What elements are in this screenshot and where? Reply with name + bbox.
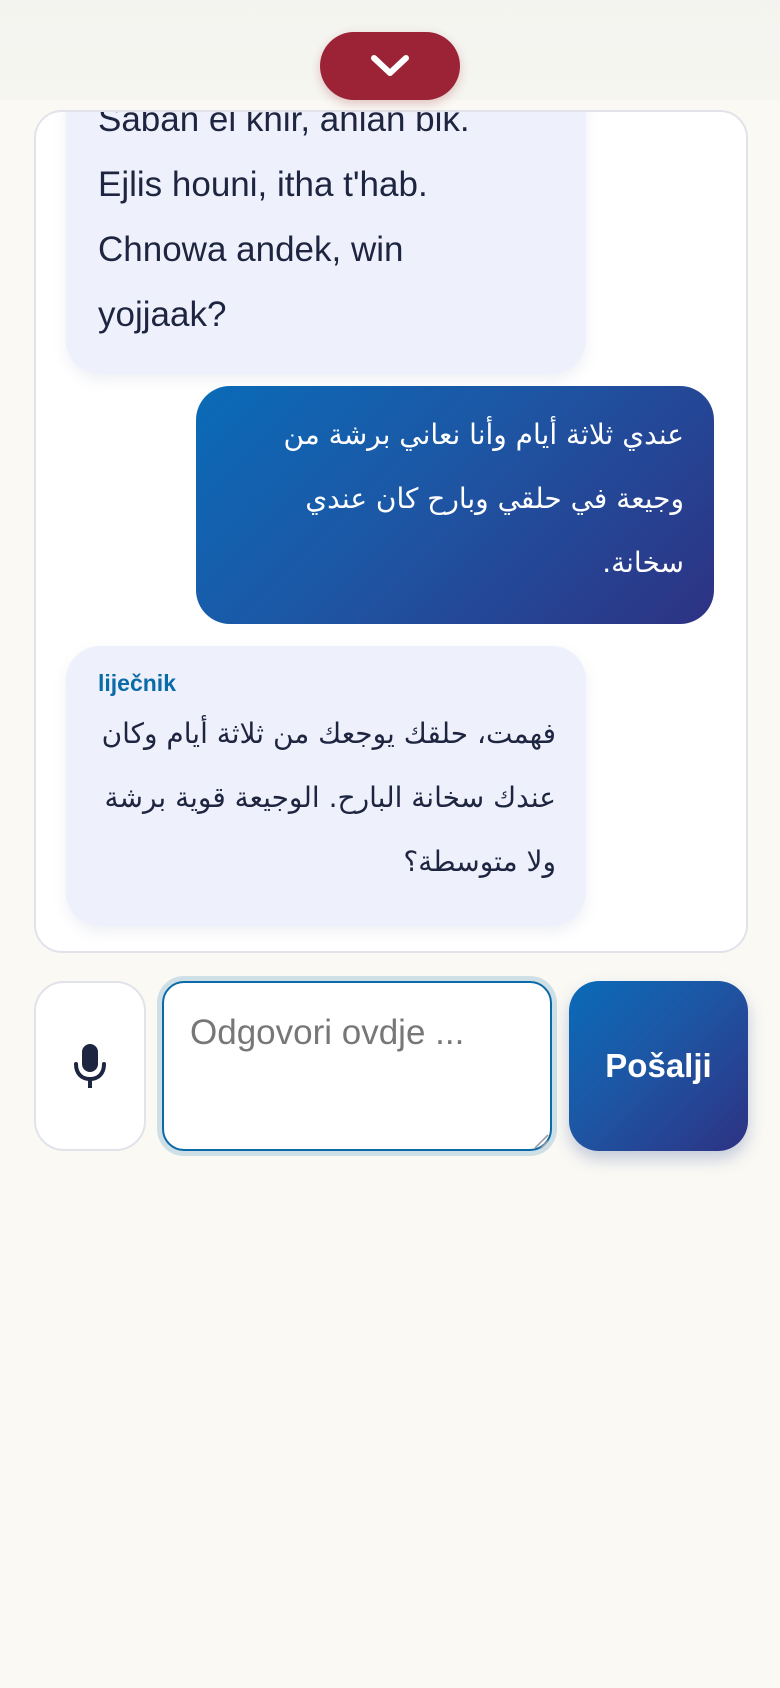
- message-line: Ejlis houni, itha t'hab.: [98, 165, 428, 204]
- collapse-button[interactable]: [320, 32, 460, 100]
- send-button[interactable]: Pošalji: [569, 981, 748, 1151]
- message-doctor: Saban el khir, ahlan bik. Ejlis houni, i…: [66, 110, 586, 374]
- microphone-button[interactable]: [34, 981, 146, 1151]
- chat-panel[interactable]: Saban el khir, ahlan bik. Ejlis houni, i…: [34, 110, 748, 953]
- resize-handle-icon[interactable]: [533, 1133, 549, 1149]
- message-line: ولا متوسطة؟: [403, 845, 556, 878]
- message-text: Saban el khir, ahlan bik. Ejlis houni, i…: [98, 110, 568, 347]
- chevron-down-icon: [369, 53, 411, 79]
- message-line: عندي ثلاثة أيام وأنا نعاني برشة من: [283, 418, 684, 451]
- message-line: سخانة.: [602, 546, 684, 579]
- message-line: Saban el khir, ahlan bik.: [98, 110, 470, 139]
- microphone-icon: [72, 1042, 108, 1090]
- message-doctor: liječnik فهمت، حلقك يوجعك من ثلاثة أيام …: [66, 646, 586, 926]
- message-line: yojjaak?: [98, 295, 227, 334]
- message-line: فهمت، حلقك يوجعك من ثلاثة أيام وكان: [101, 717, 556, 750]
- message-text: فهمت، حلقك يوجعك من ثلاثة أيام وكان عندك…: [86, 702, 556, 894]
- sender-label: liječnik: [98, 670, 176, 696]
- message-text: عندي ثلاثة أيام وأنا نعاني برشة من وجيعة…: [214, 403, 684, 595]
- message-line: Chnowa andek, win: [98, 230, 404, 269]
- message-line: عندك سخانة البارح. الوجيعة قوية برشة: [104, 781, 556, 814]
- message-patient: عندي ثلاثة أيام وأنا نعاني برشة من وجيعة…: [196, 386, 714, 624]
- message-line: وجيعة في حلقي وبارح كان عندي: [305, 482, 684, 515]
- answer-input[interactable]: [162, 981, 552, 1151]
